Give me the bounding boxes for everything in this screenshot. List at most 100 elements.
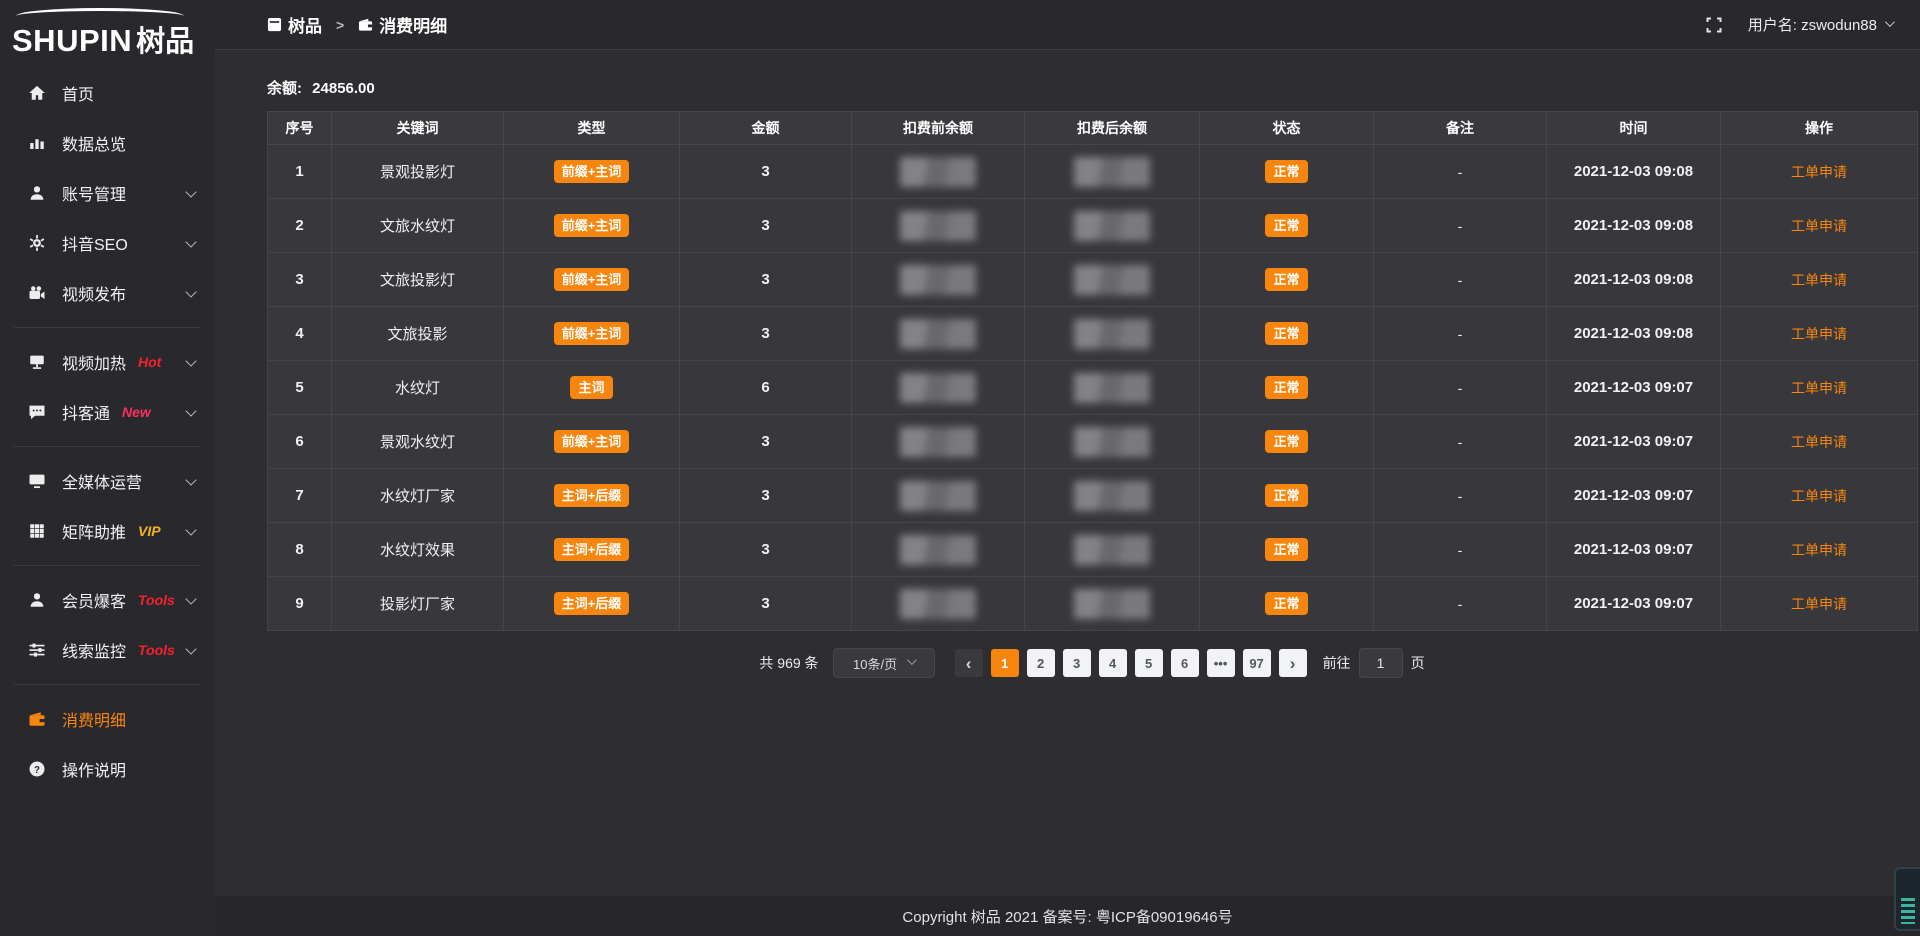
page-button-97[interactable]: 97: [1243, 649, 1271, 677]
chevron-left-icon: ‹: [966, 655, 972, 672]
page-button-6[interactable]: 6: [1171, 649, 1199, 677]
sidebar-item-consume-detail[interactable]: 消费明细: [0, 694, 215, 744]
page-ellipsis-button[interactable]: •••: [1207, 649, 1235, 677]
remark-text: -: [1458, 326, 1463, 342]
sidebar-divider: [14, 684, 201, 685]
amount-value: 6: [761, 379, 769, 396]
chevron-down-icon: [185, 643, 196, 654]
table-row: 6景观水纹灯前缀+主词3正常-2021-12-03 09:07工单申请: [268, 415, 1918, 469]
page-button-5[interactable]: 5: [1135, 649, 1163, 677]
row-index: 5: [295, 379, 303, 396]
cell-time: 2021-12-03 09:08: [1547, 307, 1721, 361]
cell-type: 前缀+主词: [504, 307, 680, 361]
row-index: 1: [295, 163, 303, 180]
sidebar-item-home[interactable]: 首页: [0, 68, 215, 118]
work-order-link[interactable]: 工单申请: [1791, 434, 1847, 450]
cell-remark: -: [1374, 469, 1547, 523]
page-size-select[interactable]: 10条/页: [833, 648, 935, 678]
type-badge: 前缀+主词: [554, 214, 630, 237]
sidebar-item-member-baoke[interactable]: 会员爆客Tools: [0, 575, 215, 625]
table-row: 4文旅投影前缀+主词3正常-2021-12-03 09:08工单申请: [268, 307, 1918, 361]
page-button-2[interactable]: 2: [1027, 649, 1055, 677]
username-label[interactable]: 用户名: zswodun88: [1748, 14, 1877, 35]
sidebar-item-matrix-boost[interactable]: 矩阵助推VIP: [0, 506, 215, 556]
censored-balance-after: [1074, 373, 1150, 403]
cell-remark: -: [1374, 415, 1547, 469]
cell-balance-before: [852, 253, 1025, 307]
page-button-3[interactable]: 3: [1063, 649, 1091, 677]
sidebar-item-account-manage[interactable]: 账号管理: [0, 168, 215, 218]
remark-text: -: [1458, 380, 1463, 396]
censored-balance-before: [900, 427, 976, 457]
sidebar-item-data-overview[interactable]: 数据总览: [0, 118, 215, 168]
pagination-total: 共 969 条: [759, 653, 818, 673]
page-button-4[interactable]: 4: [1099, 649, 1127, 677]
sidebar-item-operation-guide[interactable]: ?操作说明: [0, 744, 215, 794]
cell-amount: 3: [680, 523, 852, 577]
chevron-down-icon: [185, 593, 196, 604]
copyright-text: Copyright 树品 2021 备案号: 粤ICP备09019646号: [902, 906, 1232, 927]
remark-text: -: [1458, 596, 1463, 612]
chat-bubble-icon: [27, 402, 47, 422]
cell-action: 工单申请: [1721, 145, 1918, 199]
cell-amount: 6: [680, 361, 852, 415]
cell-action: 工单申请: [1721, 523, 1918, 577]
sidebar-item-video-heat[interactable]: 视频加热Hot: [0, 337, 215, 387]
sidebar-item-media-operation[interactable]: 全媒体运营: [0, 456, 215, 506]
cell-balance-before: [852, 577, 1025, 631]
logo-text-en: SHUPIN: [12, 23, 132, 59]
cell-index: 9: [268, 577, 332, 631]
prev-page-button[interactable]: ‹: [955, 649, 983, 677]
grid-icon: [27, 521, 47, 541]
work-order-link[interactable]: 工单申请: [1791, 218, 1847, 234]
fullscreen-icon[interactable]: [1706, 17, 1722, 33]
censored-balance-after: [1074, 427, 1150, 457]
cell-balance-after: [1025, 199, 1200, 253]
page-button-1[interactable]: 1: [991, 649, 1019, 677]
censored-balance-before: [900, 157, 976, 187]
amount-value: 3: [761, 271, 769, 288]
remark-text: -: [1458, 434, 1463, 450]
time-text: 2021-12-03 09:08: [1574, 325, 1693, 342]
balance-row: 余额: 24856.00: [267, 77, 1920, 98]
sidebar-item-clue-monitor[interactable]: 线索监控Tools: [0, 625, 215, 675]
censored-balance-after: [1074, 589, 1150, 619]
work-order-link[interactable]: 工单申请: [1791, 164, 1847, 180]
sidebar: SHUPIN 树品 首页数据总览账号管理抖音SEO视频发布视频加热Hot抖客通N…: [0, 0, 215, 936]
breadcrumb-root[interactable]: 树品: [288, 12, 322, 37]
sidebar-item-doukoutong[interactable]: 抖客通New: [0, 387, 215, 437]
work-order-link[interactable]: 工单申请: [1791, 596, 1847, 612]
column-header: 状态: [1200, 112, 1374, 145]
work-order-link[interactable]: 工单申请: [1791, 326, 1847, 342]
cell-remark: -: [1374, 361, 1547, 415]
work-order-link[interactable]: 工单申请: [1791, 380, 1847, 396]
column-header: 备注: [1374, 112, 1547, 145]
sidebar-item-video-publish[interactable]: 视频发布: [0, 268, 215, 318]
cell-type: 前缀+主词: [504, 415, 680, 469]
user-area: 用户名: zswodun88: [1706, 14, 1892, 35]
logo-text-cn: 树品: [136, 18, 194, 60]
chevron-down-icon: [185, 286, 196, 297]
next-page-button[interactable]: ›: [1279, 649, 1307, 677]
cell-status: 正常: [1200, 523, 1374, 577]
table-row: 7水纹灯厂家主词+后缀3正常-2021-12-03 09:07工单申请: [268, 469, 1918, 523]
keyword-text: 景观投影灯: [380, 164, 455, 181]
column-header: 序号: [268, 112, 332, 145]
cell-balance-before: [852, 469, 1025, 523]
column-header: 扣费前余额: [852, 112, 1025, 145]
work-order-link[interactable]: 工单申请: [1791, 272, 1847, 288]
pagination: 共 969 条10条/页‹123456•••97›前往页: [267, 648, 1917, 678]
goto-page-input[interactable]: [1359, 648, 1403, 678]
balance-label: 余额:: [267, 80, 302, 97]
floating-service-widget[interactable]: [1894, 867, 1920, 931]
cell-remark: -: [1374, 253, 1547, 307]
column-header: 操作: [1721, 112, 1918, 145]
cell-type: 主词+后缀: [504, 577, 680, 631]
row-index: 2: [295, 217, 303, 234]
sidebar-item-douyin-seo[interactable]: 抖音SEO: [0, 218, 215, 268]
work-order-link[interactable]: 工单申请: [1791, 488, 1847, 504]
work-order-link[interactable]: 工单申请: [1791, 542, 1847, 558]
cell-amount: 3: [680, 415, 852, 469]
column-header: 关键词: [332, 112, 504, 145]
breadcrumb-current: 消费明细: [379, 12, 447, 37]
